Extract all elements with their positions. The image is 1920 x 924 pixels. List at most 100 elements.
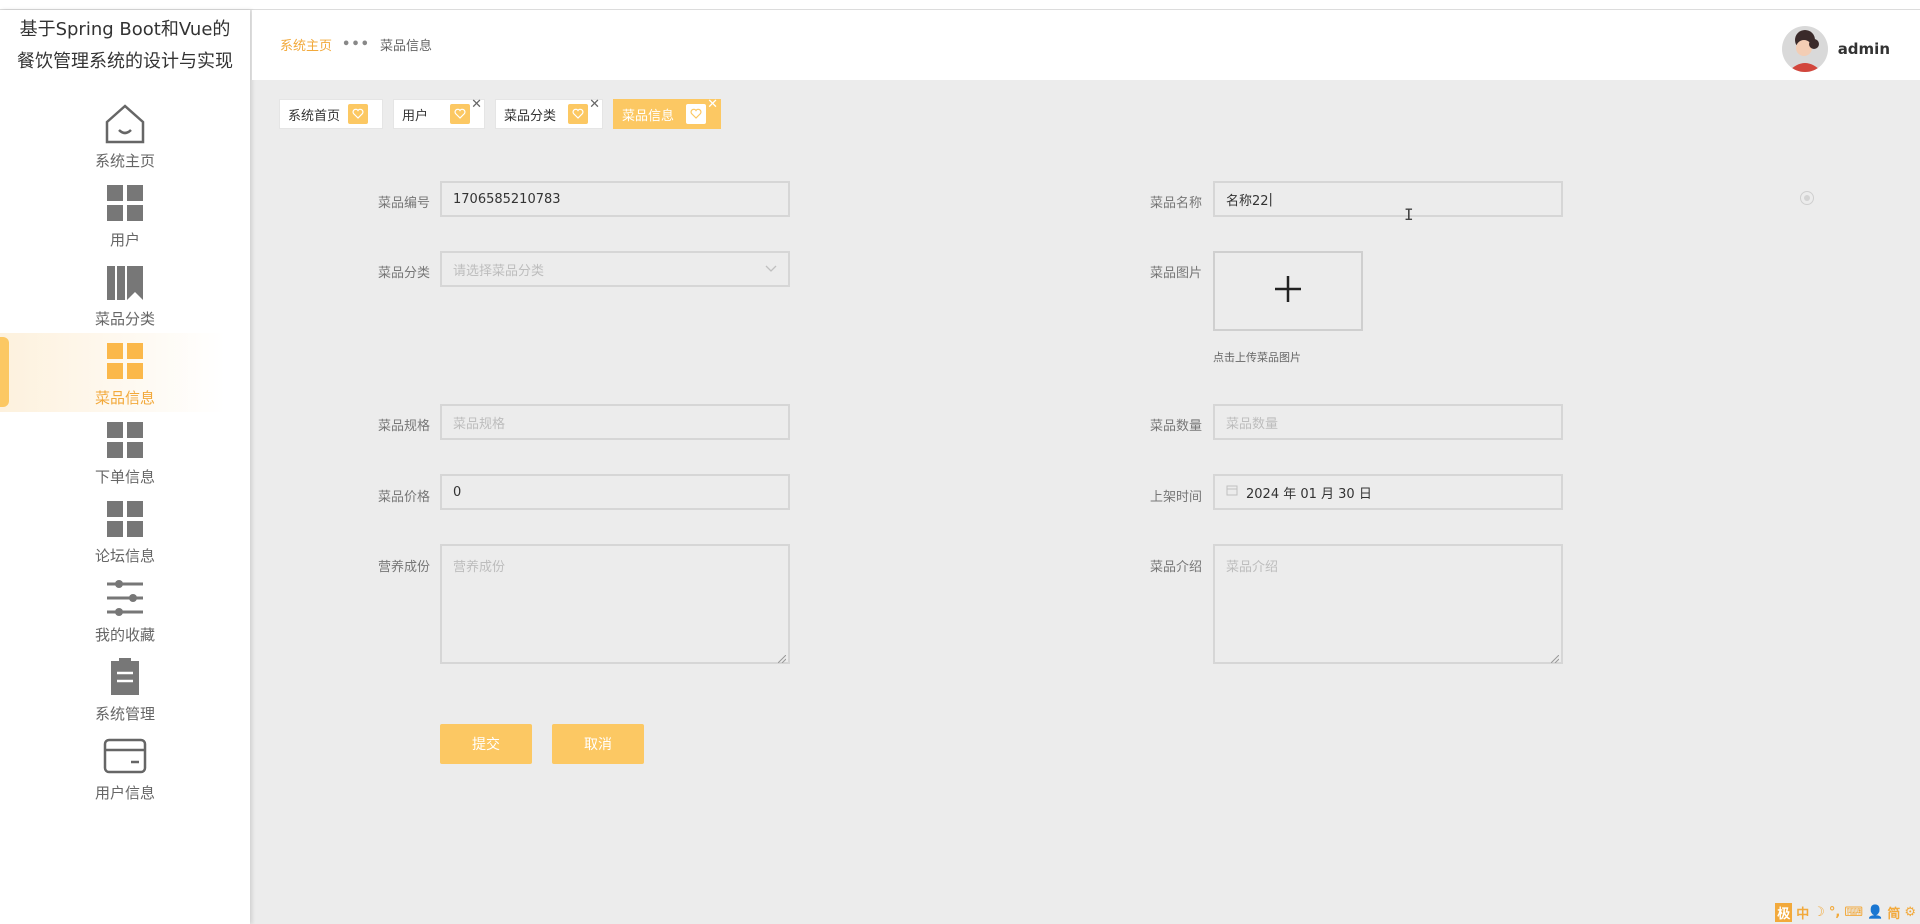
tab-dish-info[interactable]: 菜品信息 ✕ xyxy=(613,97,722,129)
sidebar-item-label: 用户 xyxy=(109,231,140,249)
app-title: 基于Spring Boot和Vue的餐饮管理系统的设计与实现 xyxy=(17,19,233,72)
sidebar-item-label: 用户信息 xyxy=(94,784,155,802)
resize-handle-icon[interactable] xyxy=(1550,652,1560,664)
close-icon[interactable]: ✕ xyxy=(589,97,600,112)
listing-time-picker[interactable]: 2024 年 01 月 30 日 xyxy=(1213,474,1563,510)
heart-icon xyxy=(568,104,589,124)
user-menu[interactable]: admin xyxy=(1781,26,1890,72)
sidebar-item-label: 论坛信息 xyxy=(94,547,155,565)
tab-label: 用户 xyxy=(402,108,429,124)
avatar[interactable] xyxy=(1781,26,1828,72)
dish-category-placeholder: 请选择菜品分类 xyxy=(453,263,545,279)
text-caret: | xyxy=(1268,191,1273,207)
sidebar-item-dish-info[interactable]: 菜品信息 xyxy=(0,333,250,412)
plus-icon xyxy=(1273,274,1303,308)
sidebar-item-home[interactable]: 系统主页 xyxy=(0,96,250,175)
breadcrumb-current: 菜品信息 xyxy=(379,39,432,54)
grid-icon xyxy=(101,495,149,543)
sidebar-item-user-info[interactable]: 用户信息 xyxy=(0,728,250,807)
grid-icon xyxy=(101,179,149,227)
nutrition-placeholder: 营养成份 xyxy=(453,560,506,575)
ime-simplified-mode[interactable]: 简 xyxy=(1887,903,1900,922)
grid-icon xyxy=(101,416,149,464)
breadcrumb-separator: ••• xyxy=(342,37,370,52)
ime-chinese-mode[interactable]: 中 xyxy=(1796,903,1809,922)
listing-time-value: 2024 年 01 月 30 日 xyxy=(1246,486,1372,502)
chevron-down-icon xyxy=(765,262,777,277)
username[interactable]: admin xyxy=(1838,40,1890,58)
clipboard-icon xyxy=(101,653,149,701)
close-icon[interactable]: ✕ xyxy=(707,97,718,112)
text-cursor-icon: I xyxy=(1404,205,1414,224)
sidebar-item-dish-category[interactable]: 菜品分类 xyxy=(0,254,250,333)
tab-label: 菜品信息 xyxy=(622,108,675,124)
user-icon[interactable]: 👤 xyxy=(1867,905,1883,920)
home-icon xyxy=(101,100,149,148)
breadcrumb: 系统主页 ••• 菜品信息 xyxy=(280,35,432,54)
sidebar-item-label: 菜品分类 xyxy=(94,310,155,328)
sliders-icon xyxy=(101,574,149,622)
sidebar-item-label: 我的收藏 xyxy=(94,626,155,644)
ime-toolbar: 极 中 ☽ °, ⌨ 👤 简 ⚙ xyxy=(1775,903,1916,922)
listing-time-label: 上架时间 xyxy=(1149,490,1202,505)
nutrition-label: 营养成份 xyxy=(377,560,430,575)
heart-icon xyxy=(348,104,369,124)
dish-name-field[interactable]: 名称22 | xyxy=(1213,181,1563,217)
dish-quantity-placeholder: 菜品数量 xyxy=(1226,416,1279,432)
dish-spec-label: 菜品规格 xyxy=(377,419,430,434)
tab-users[interactable]: 用户 ✕ xyxy=(393,97,486,129)
dish-quantity-label: 菜品数量 xyxy=(1149,419,1202,434)
sidebar-item-system[interactable]: 系统管理 xyxy=(0,649,250,728)
window-top-edge xyxy=(0,0,1920,10)
description-textarea[interactable]: 菜品介绍 xyxy=(1213,544,1563,664)
gear-icon[interactable]: ⚙ xyxy=(1904,905,1916,920)
keyboard-icon[interactable]: ⌨ xyxy=(1844,905,1863,920)
sidebar-item-label: 系统主页 xyxy=(94,152,155,170)
image-upload-button[interactable] xyxy=(1213,251,1363,331)
dish-name-value: 名称22 xyxy=(1226,193,1269,209)
moon-icon[interactable]: ☽ xyxy=(1813,905,1825,920)
sidebar-item-forum[interactable]: 论坛信息 xyxy=(0,491,250,570)
sidebar-item-label: 下单信息 xyxy=(94,468,155,486)
sidebar: 基于Spring Boot和Vue的餐饮管理系统的设计与实现 系统主页 用户 菜… xyxy=(0,10,250,924)
submit-button[interactable]: 提交 xyxy=(440,724,532,764)
dish-quantity-field[interactable]: 菜品数量 xyxy=(1213,404,1563,440)
sidebar-item-users[interactable]: 用户 xyxy=(0,175,250,254)
tab-home[interactable]: 系统首页 xyxy=(279,99,384,129)
tab-bar: 系统首页 用户 ✕ 菜品分类 ✕ 菜品信息 ✕ xyxy=(279,97,722,129)
upload-tip: 点击上传菜品图片 xyxy=(1213,351,1301,364)
close-icon[interactable]: ✕ xyxy=(471,97,482,112)
dish-name-label: 菜品名称 xyxy=(1149,196,1202,211)
resize-handle-icon[interactable] xyxy=(777,652,787,664)
cancel-button[interactable]: 取消 xyxy=(552,724,644,764)
dish-category-select[interactable]: 请选择菜品分类 xyxy=(440,251,790,287)
ime-logo-icon[interactable]: 极 xyxy=(1775,903,1793,922)
dish-code-label: 菜品编号 xyxy=(377,196,430,211)
sidebar-item-label: 菜品信息 xyxy=(94,389,155,407)
tab-label: 菜品分类 xyxy=(504,108,557,124)
top-header: 系统主页 ••• 菜品信息 admin xyxy=(252,10,1920,80)
tab-dish-category[interactable]: 菜品分类 ✕ xyxy=(495,97,604,129)
grid-icon xyxy=(101,337,149,385)
tab-label: 系统首页 xyxy=(288,108,341,124)
sidebar-item-favorites[interactable]: 我的收藏 xyxy=(0,570,250,649)
dish-spec-field[interactable]: 菜品规格 xyxy=(440,404,790,440)
sidebar-item-orders[interactable]: 下单信息 xyxy=(0,412,250,491)
nutrition-textarea[interactable]: 营养成份 xyxy=(440,544,790,664)
dish-image-label: 菜品图片 xyxy=(1149,266,1202,281)
punctuation-icon[interactable]: °, xyxy=(1829,905,1840,920)
dish-price-label: 菜品价格 xyxy=(377,490,430,505)
dish-price-field[interactable]: 0 xyxy=(440,474,790,510)
card-icon xyxy=(101,732,149,780)
close-circle-icon[interactable] xyxy=(1800,191,1814,205)
dish-spec-placeholder: 菜品规格 xyxy=(453,416,506,432)
dish-category-label: 菜品分类 xyxy=(377,266,430,281)
breadcrumb-home[interactable]: 系统主页 xyxy=(280,35,332,54)
heart-icon xyxy=(450,104,471,124)
sidebar-menu: 系统主页 用户 菜品分类 菜品信息 下单信息 论坛信息 我的收藏 系统管理 用户… xyxy=(0,96,250,807)
sidebar-item-label: 系统管理 xyxy=(94,705,155,723)
calendar-icon xyxy=(1226,484,1238,500)
description-label: 菜品介绍 xyxy=(1149,560,1202,575)
dish-code-field[interactable]: 1706585210783 xyxy=(440,181,790,217)
heart-icon xyxy=(686,104,707,124)
